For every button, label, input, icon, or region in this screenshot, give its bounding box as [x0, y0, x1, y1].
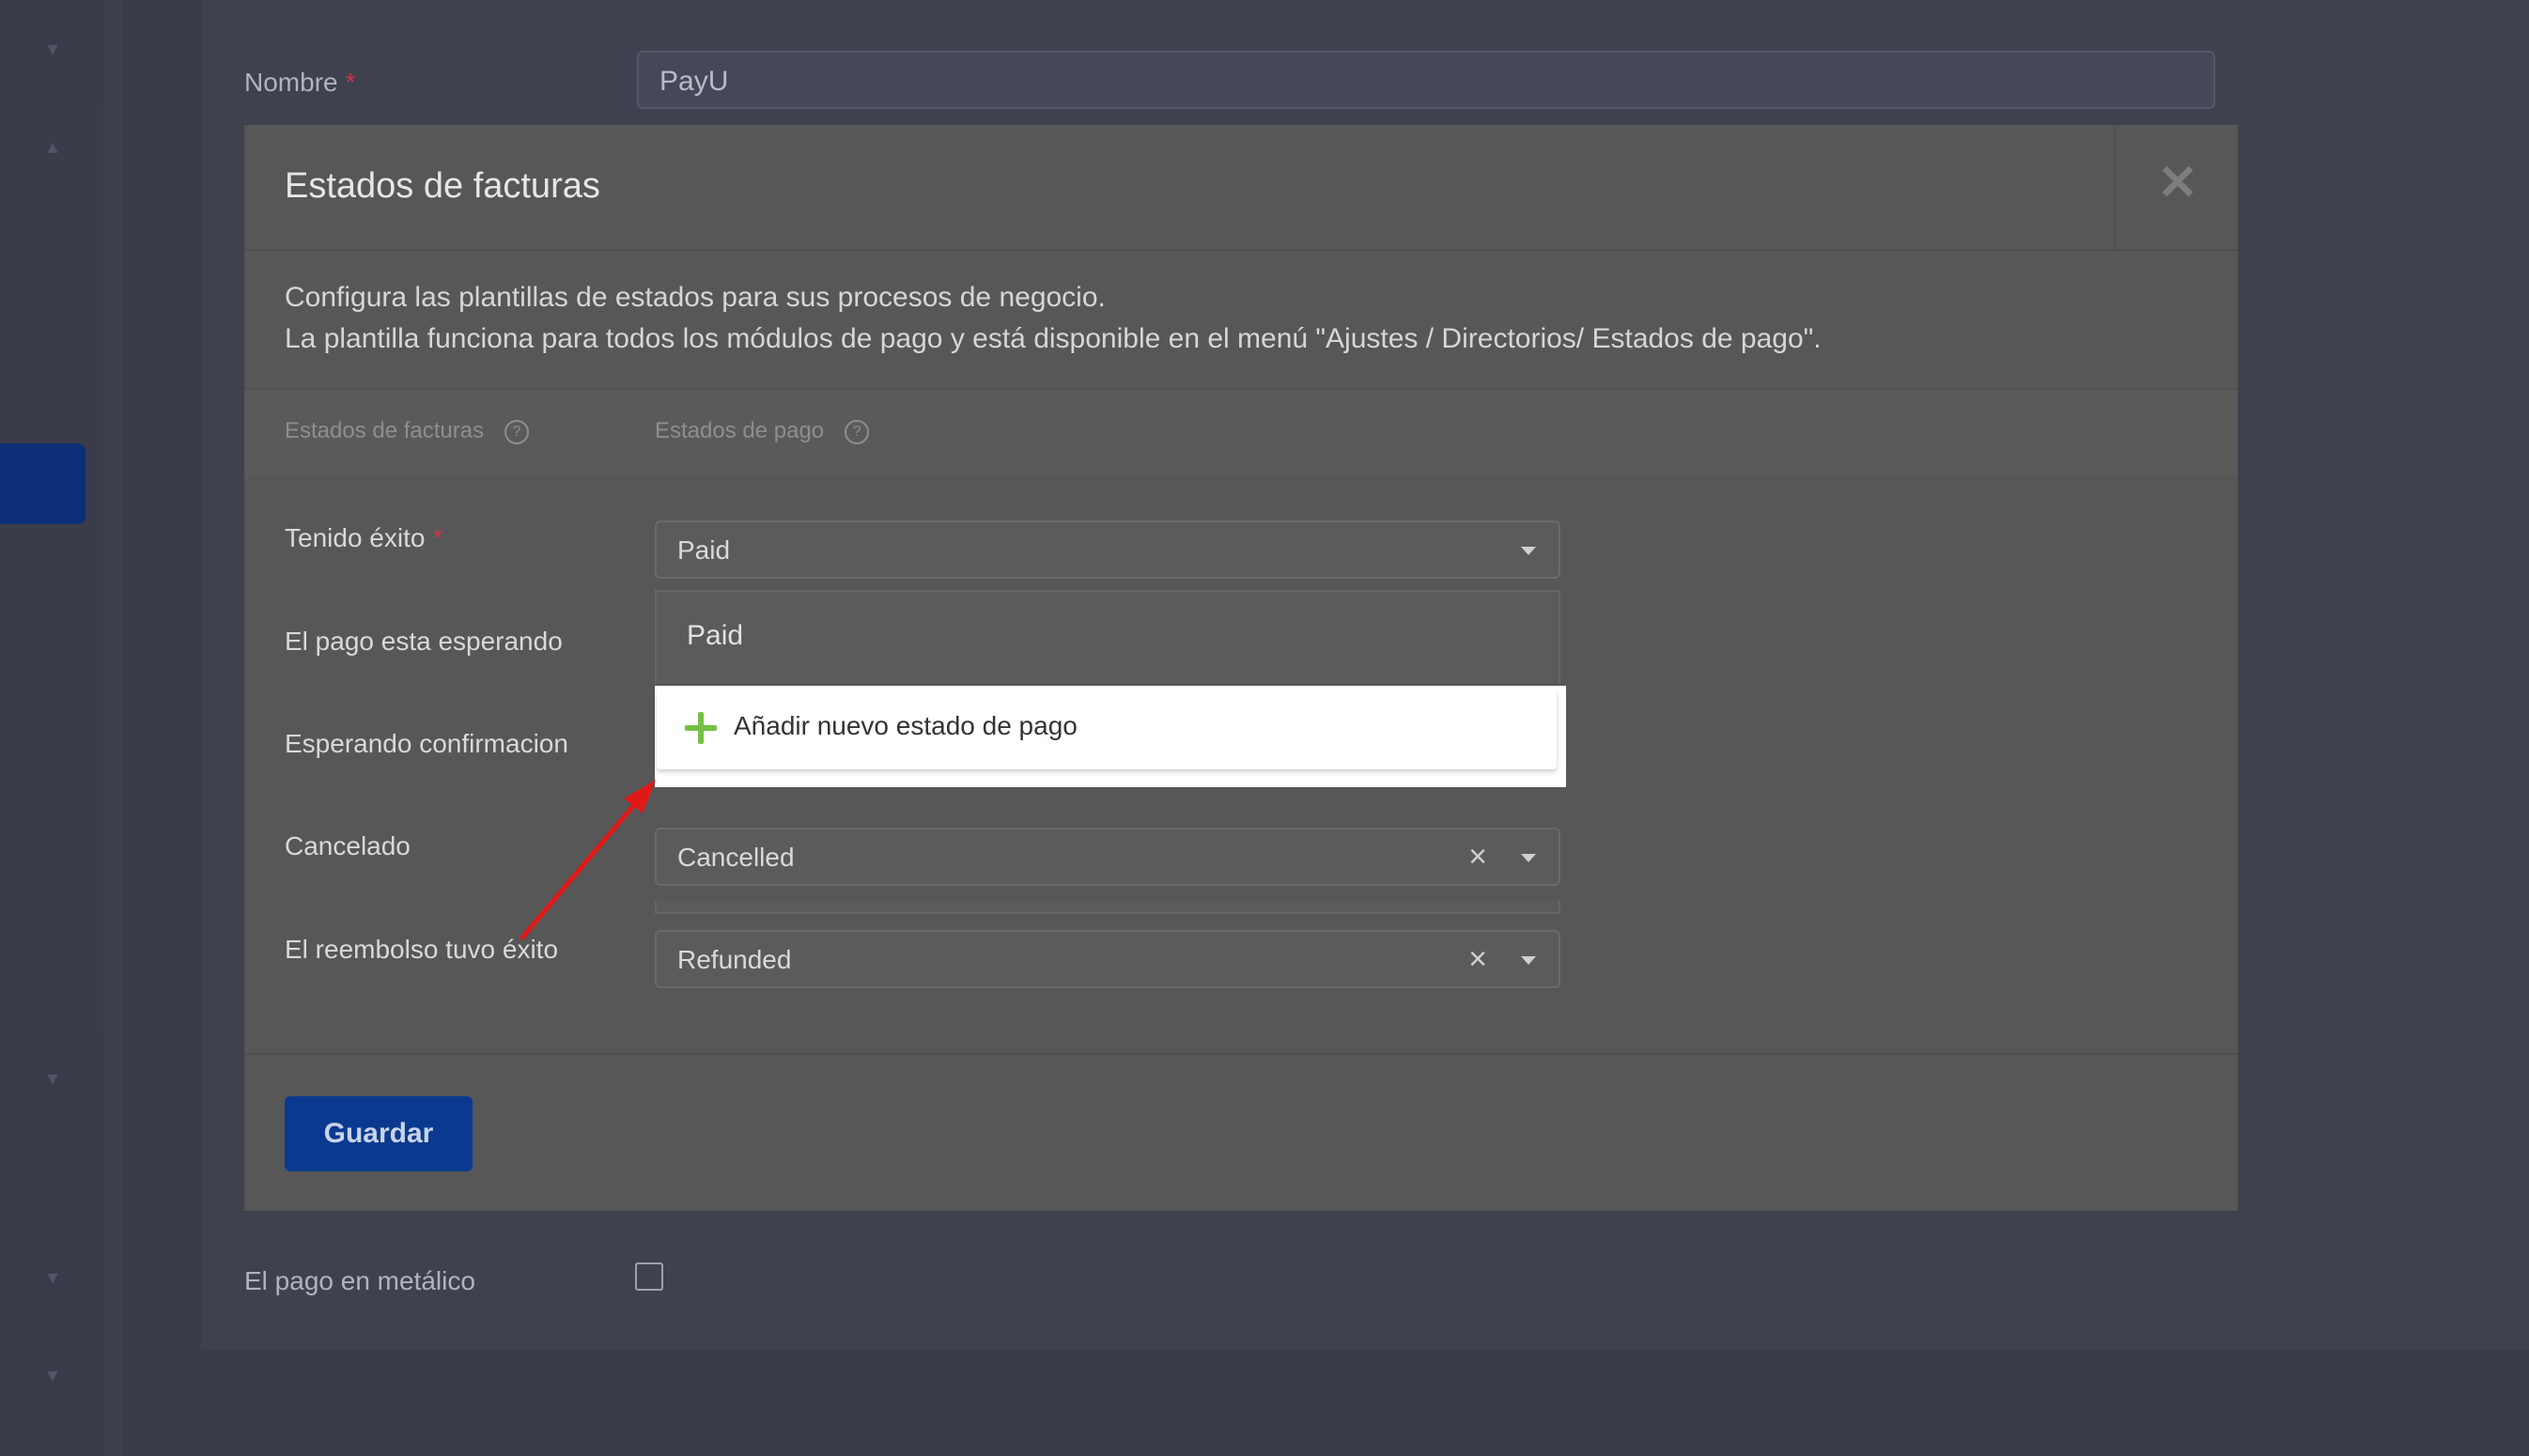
refunded-status-select[interactable]: Refunded × [655, 930, 1560, 988]
success-status-select[interactable]: Paid [655, 520, 1560, 579]
chevron-down-icon[interactable]: ▾ [39, 1362, 66, 1388]
page-footer-area [201, 1349, 2529, 1456]
row-label-cancelled: Cancelado [285, 831, 411, 860]
cancelled-status-select[interactable]: Cancelled × [655, 828, 1560, 886]
sidebar-active-item[interactable] [0, 443, 85, 524]
description-line: Configura las plantillas de estados para… [285, 282, 1106, 313]
modal-header: Estados de facturas ✕ [244, 125, 2238, 251]
description-line: La plantilla funciona para todos los mód… [285, 323, 1822, 354]
payment-states-column-header: Estados de pago? [655, 418, 870, 444]
modal-close-area: ✕ [2114, 125, 2240, 249]
row-label-success: Tenido éxito * [285, 523, 443, 552]
select-value: Cancelled [677, 843, 795, 872]
required-mark: * [345, 68, 356, 97]
name-field-label: Nombre * [244, 68, 356, 97]
close-icon[interactable]: ✕ [2149, 155, 2206, 211]
plus-icon [685, 712, 717, 744]
chevron-down-icon[interactable]: ▾ [39, 36, 66, 62]
caret-down-icon[interactable] [1521, 854, 1536, 862]
invoice-states-modal: Estados de facturas ✕ Configura las plan… [244, 125, 2238, 1211]
add-new-payment-state-label: Añadir nuevo estado de pago [734, 711, 1078, 740]
chevron-down-icon[interactable]: ▾ [39, 1264, 66, 1291]
row-label-refund-success: El reembolso tuvo éxito [285, 935, 559, 964]
row-label-awaiting-confirmation: Esperando confirmacion [285, 729, 568, 758]
caret-down-icon[interactable] [1521, 547, 1536, 555]
dropdown-bottom-edge [655, 901, 1560, 914]
required-mark: * [432, 523, 443, 552]
clear-icon[interactable]: × [1468, 942, 1487, 976]
chevron-down-icon[interactable]: ▾ [39, 1065, 66, 1092]
modal-title: Estados de facturas [285, 166, 600, 206]
status-dropdown-menu: Paid [655, 590, 1560, 684]
invoice-states-column-header: Estados de facturas? [285, 418, 530, 444]
row-label-waiting: El pago esta esperando [285, 627, 563, 656]
clear-icon[interactable]: × [1468, 840, 1487, 874]
cash-payment-label: El pago en metálico [244, 1266, 475, 1295]
chevron-up-icon[interactable]: ▴ [39, 133, 66, 160]
help-icon[interactable]: ? [845, 419, 870, 444]
modal-footer-divider [244, 1053, 2238, 1055]
save-button[interactable]: Guardar [285, 1096, 473, 1171]
add-new-payment-state-option[interactable]: Añadir nuevo estado de pago [657, 689, 1557, 769]
caret-down-icon[interactable] [1521, 956, 1536, 965]
select-value: Paid [677, 535, 731, 565]
help-icon[interactable]: ? [504, 419, 530, 444]
table-header: Estados de facturas? Estados de pago? [244, 388, 2238, 476]
modal-description: Configura las plantillas de estados para… [285, 277, 1822, 360]
cash-payment-checkbox[interactable] [635, 1262, 663, 1291]
sidebar-panel [0, 101, 103, 1031]
sidebar: ▾ ▴ ▾ ▾ ▾ [0, 0, 103, 1456]
sidebar-rail [103, 0, 122, 1456]
select-value: Refunded [677, 945, 792, 974]
name-input[interactable]: PayU [637, 51, 2215, 109]
dropdown-option[interactable]: Paid [687, 620, 743, 652]
